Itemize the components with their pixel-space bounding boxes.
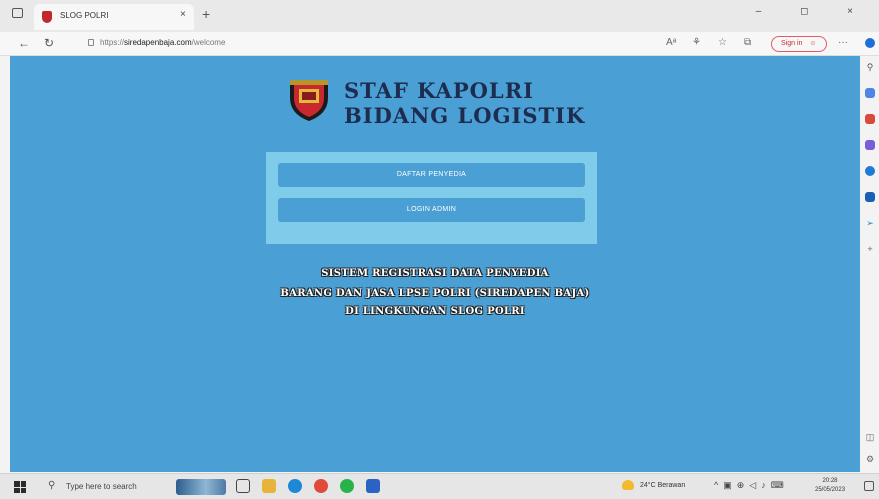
search-highlight-widget[interactable]: [176, 479, 226, 495]
notification-icon[interactable]: [864, 481, 874, 491]
browser-tab-bar: SLOG POLRI × + – ◻ ×: [0, 0, 879, 32]
chrome-taskbar-icon[interactable]: [314, 479, 328, 493]
read-aloud-icon[interactable]: Aᵃ: [666, 37, 676, 48]
window-controls[interactable]: – ◻ ×: [756, 6, 871, 17]
windows-taskbar: ⚲ Type here to search 24°C Berawan ^▣⊕◁♪…: [0, 473, 879, 499]
info-text-line3: DI LINGKUNGAN SLOG POLRI: [345, 306, 525, 317]
shopping-tag-icon[interactable]: [865, 88, 875, 98]
lock-icon[interactable]: [88, 39, 94, 46]
tab-close-icon[interactable]: ×: [180, 9, 186, 20]
profile-icon: ☺: [809, 40, 817, 47]
url-field[interactable]: https://siredapenbaja.com/welcome: [100, 38, 225, 47]
file-explorer-icon[interactable]: [262, 479, 276, 493]
word-taskbar-icon[interactable]: [366, 479, 380, 493]
sign-in-label: Sign in: [781, 40, 803, 47]
weather-cloud-icon[interactable]: [622, 480, 634, 490]
polri-favicon-icon: [42, 11, 52, 23]
more-menu-icon[interactable]: ···: [838, 37, 848, 48]
address-bar: ← ↻ https://siredapenbaja.com/welcome Aᵃ…: [0, 32, 879, 56]
clock-time: 20:28: [822, 478, 838, 484]
windows-start-icon[interactable]: [14, 481, 26, 493]
search-placeholder: Type here to search: [66, 482, 137, 491]
bing-icon[interactable]: [865, 38, 875, 48]
office-icon[interactable]: [865, 166, 875, 176]
clock-date: 25/05/2023: [815, 487, 846, 493]
page-content: STAF KAPOLRI BIDANG LOGISTIK DAFTAR PENY…: [10, 56, 860, 472]
url-host: siredapenbaja.com: [124, 38, 192, 47]
outlook-icon[interactable]: [865, 192, 875, 202]
browser-tab[interactable]: SLOG POLRI ×: [34, 4, 194, 30]
edge-taskbar-icon[interactable]: [288, 479, 302, 493]
edge-sidebar: ⚲ ➢ + ◫ ⚙: [861, 38, 879, 472]
login-admin-button[interactable]: LOGIN ADMIN: [278, 198, 585, 222]
favorites-icon[interactable]: ☆: [718, 37, 727, 48]
brand-title-line2: BIDANG LOGISTIK: [344, 103, 586, 128]
info-text-line2: BARANG DAN JASA LPSE POLRI (SIREDAPEN BA…: [280, 288, 590, 299]
brand-title-line1: STAF KAPOLRI: [344, 78, 534, 103]
back-arrow-icon[interactable]: ←: [18, 36, 30, 50]
games-icon[interactable]: [865, 140, 875, 150]
refresh-icon[interactable]: ↻: [44, 36, 54, 50]
menu-panel: DAFTAR PENYEDIA LOGIN ADMIN: [266, 152, 597, 244]
daftar-penyedia-button[interactable]: DAFTAR PENYEDIA: [278, 163, 585, 187]
search-icon: ⚲: [48, 480, 56, 491]
sign-in-button[interactable]: Sign in ☺: [771, 36, 827, 52]
whatsapp-taskbar-icon[interactable]: [340, 479, 354, 493]
system-tray-icons[interactable]: ^▣⊕◁♪⌨: [714, 480, 789, 491]
taskbar-clock[interactable]: 20:28 25/05/2023: [815, 477, 845, 495]
collections-icon[interactable]: ⧉: [744, 37, 751, 48]
extensions-icon[interactable]: ⚘: [692, 37, 701, 48]
send-icon[interactable]: ➢: [865, 218, 875, 228]
settings-icon[interactable]: ⚙: [865, 454, 875, 464]
task-view-icon[interactable]: [236, 479, 250, 493]
sidebar-layout-icon[interactable]: ◫: [865, 432, 875, 442]
info-text-line1: SISTEM REGISTRASI DATA PENYEDIA: [321, 268, 549, 279]
add-icon[interactable]: +: [865, 244, 875, 254]
url-prefix: https://: [100, 38, 125, 47]
tab-title: SLOG POLRI: [60, 11, 109, 20]
taskbar-search-box[interactable]: ⚲ Type here to search: [40, 477, 170, 497]
tools-icon[interactable]: [865, 114, 875, 124]
new-tab-icon[interactable]: +: [202, 6, 210, 22]
search-icon[interactable]: ⚲: [865, 62, 875, 72]
weather-text[interactable]: 24°C Berawan: [640, 482, 685, 489]
tab-actions-icon[interactable]: [12, 8, 23, 18]
polri-shield-logo: [290, 80, 328, 121]
url-path: /welcome: [191, 38, 226, 47]
